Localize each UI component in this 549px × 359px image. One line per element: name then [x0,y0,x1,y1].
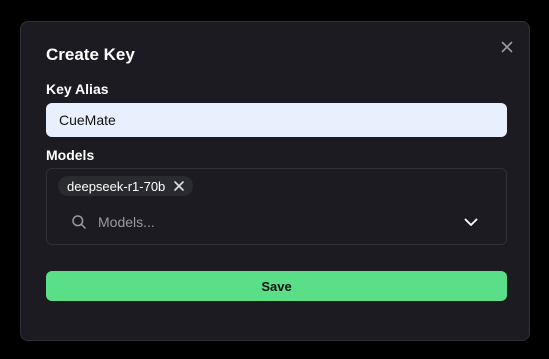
close-icon[interactable] [173,180,185,192]
models-search-row [48,206,505,238]
models-select[interactable]: deepseek-r1-70b [46,168,507,245]
chevron-down-icon[interactable] [463,214,479,230]
model-chip-label: deepseek-r1-70b [67,178,166,194]
create-key-dialog: Create Key Key Alias Models deepseek-r1-… [20,21,530,341]
key-alias-input[interactable] [46,103,507,137]
save-button[interactable]: Save [46,271,507,301]
key-alias-label: Key Alias [46,81,109,97]
search-icon [71,214,87,230]
model-chip: deepseek-r1-70b [58,176,194,196]
models-search-input[interactable] [98,210,448,234]
dialog-title: Create Key [46,45,135,64]
close-icon[interactable] [499,39,515,55]
models-label: Models [46,147,95,163]
